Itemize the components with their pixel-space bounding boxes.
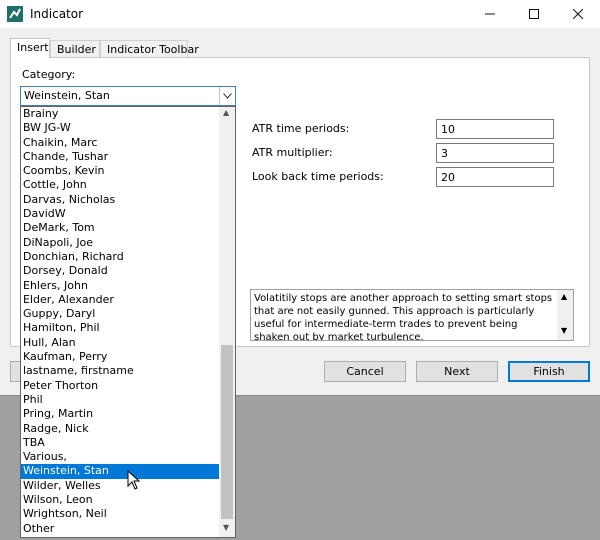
category-option[interactable]: DiNapoli, Joe: [21, 236, 219, 250]
close-icon: [573, 9, 583, 19]
category-option[interactable]: Wilson, Leon: [21, 493, 219, 507]
scroll-up-icon[interactable]: ▲: [561, 292, 567, 301]
category-combobox[interactable]: Weinstein, Stan: [20, 86, 236, 106]
category-option[interactable]: Hamilton, Phil: [21, 321, 219, 335]
scroll-down-icon[interactable]: ▼: [561, 326, 567, 335]
chevron-down-icon[interactable]: [219, 87, 235, 105]
category-option[interactable]: Pring, Martin: [21, 407, 219, 421]
tab-indicator-toolbar[interactable]: Indicator Toolbar: [100, 40, 199, 57]
category-option[interactable]: Darvas, Nicholas: [21, 193, 219, 207]
category-option[interactable]: Ehlers, John: [21, 279, 219, 293]
atr-time-periods-input[interactable]: [436, 119, 554, 139]
category-option[interactable]: Kaufman, Perry: [21, 350, 219, 364]
window-title: Indicator: [30, 7, 84, 21]
scroll-down-icon[interactable]: ▼: [223, 523, 229, 532]
mouse-cursor-icon: [127, 470, 141, 490]
category-option[interactable]: lastname, firstname: [21, 364, 219, 378]
category-option[interactable]: Phil: [21, 393, 219, 407]
category-selected-value: Weinstein, Stan: [24, 89, 110, 102]
tab-builder[interactable]: Builder: [50, 40, 100, 57]
minimize-button[interactable]: [468, 0, 512, 28]
category-option[interactable]: Chande, Tushar: [21, 150, 219, 164]
app-icon: [7, 6, 23, 22]
category-option[interactable]: Peter Thorton: [21, 379, 219, 393]
category-option[interactable]: Radge, Nick: [21, 422, 219, 436]
category-option[interactable]: Elder, Alexander: [21, 293, 219, 307]
category-option[interactable]: DavidW: [21, 207, 219, 221]
dropdown-scrollbar[interactable]: ▲ ▼: [219, 107, 235, 537]
category-option[interactable]: DeMark, Tom: [21, 221, 219, 235]
category-option[interactable]: Weinstein, Stan: [21, 464, 219, 479]
cancel-button[interactable]: Cancel: [324, 361, 406, 382]
category-option[interactable]: Guppy, Daryl: [21, 307, 219, 321]
tab-insert[interactable]: Insert: [10, 38, 50, 58]
category-option[interactable]: Cottle, John: [21, 178, 219, 192]
title-bar[interactable]: Indicator: [0, 0, 600, 28]
category-option[interactable]: Hull, Alan: [21, 336, 219, 350]
close-button[interactable]: [556, 0, 600, 28]
description-box[interactable]: Volatitily stops are another approach to…: [250, 289, 574, 341]
atr-multiplier-input[interactable]: [436, 143, 554, 163]
minimize-icon: [485, 13, 495, 15]
look-back-periods-input[interactable]: [436, 167, 554, 187]
category-options: Brainy BW JG-W Chaikin, Marc Chande, Tushar…: [21, 107, 219, 536]
scroll-up-icon[interactable]: ▲: [223, 108, 229, 117]
category-option[interactable]: BW JG-W: [21, 121, 219, 135]
category-option[interactable]: TBA: [21, 436, 219, 450]
category-option[interactable]: Wrightson, Neil: [21, 507, 219, 521]
finish-button[interactable]: Finish: [508, 361, 590, 382]
maximize-button[interactable]: [512, 0, 556, 28]
category-option[interactable]: Chaikin, Marc: [21, 136, 219, 150]
description-text: Volatitily stops are another approach to…: [254, 293, 553, 341]
category-option[interactable]: Brainy: [21, 107, 219, 121]
atr-multiplier-label: ATR multiplier:: [252, 146, 333, 159]
category-option[interactable]: Coombs, Kevin: [21, 164, 219, 178]
description-scrollbar[interactable]: ▲ ▼: [557, 290, 573, 340]
category-option[interactable]: Wilder, Welles: [21, 479, 219, 493]
next-button[interactable]: Next: [416, 361, 498, 382]
maximize-icon: [529, 9, 539, 19]
category-option[interactable]: Other: [21, 522, 219, 536]
look-back-periods-label: Look back time periods:: [252, 170, 384, 183]
category-option[interactable]: Various,: [21, 450, 219, 464]
category-option[interactable]: Dorsey, Donald: [21, 264, 219, 278]
scrollbar-thumb[interactable]: [221, 345, 233, 519]
category-label: Category:: [22, 68, 76, 81]
atr-time-periods-label: ATR time periods:: [252, 122, 350, 135]
category-option[interactable]: Donchian, Richard: [21, 250, 219, 264]
